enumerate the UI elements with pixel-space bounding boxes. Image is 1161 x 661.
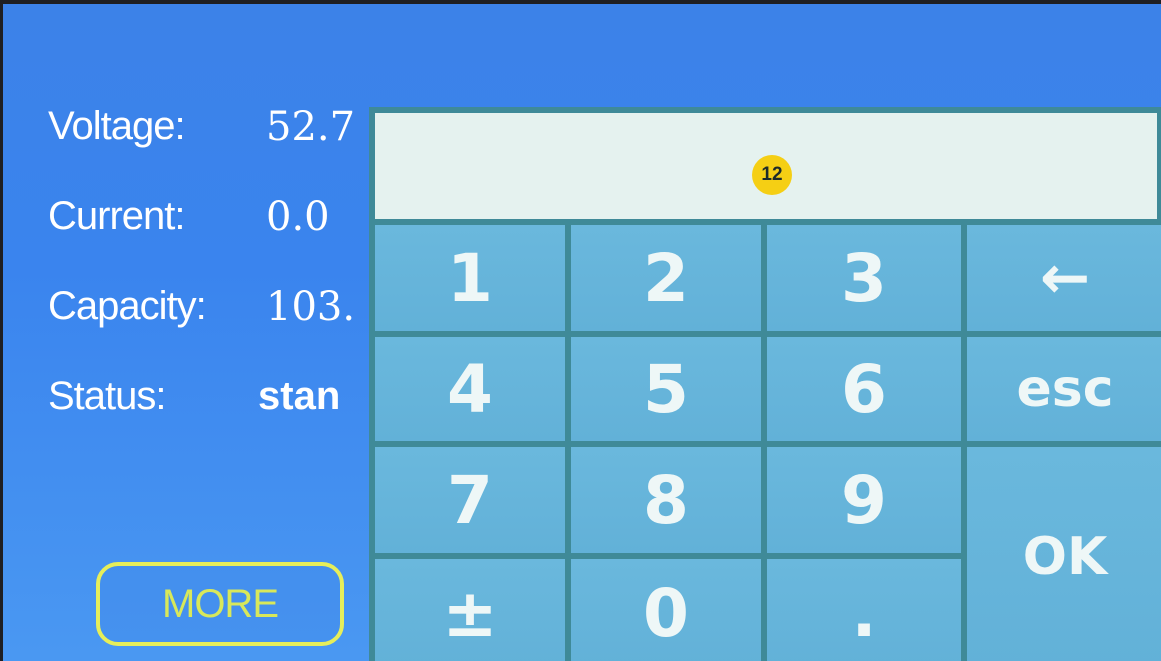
current-label: Current: [48,194,185,238]
keypad-display[interactable]: 12 [375,113,1157,219]
status-value: stan [258,374,341,418]
decimal-point-key[interactable]: . [767,559,961,661]
key-6[interactable]: 6 [767,337,961,441]
voltage-label: Voltage: [48,104,186,148]
device-screen: Voltage: 52.7 Current: 0.0 Capacity: 103… [3,4,1161,661]
key-1[interactable]: 1 [375,225,565,331]
key-0[interactable]: 0 [571,559,761,661]
backspace-key[interactable]: ← [967,225,1161,331]
key-4[interactable]: 4 [375,337,565,441]
current-value: 0.0 [266,194,330,240]
more-button[interactable]: MORE [96,562,344,646]
key-8[interactable]: 8 [571,447,761,553]
capacity-label: Capacity: [48,284,207,328]
key-2[interactable]: 2 [571,225,761,331]
key-9[interactable]: 9 [767,447,961,553]
numeric-keypad: 12 1 2 3 ← 4 5 6 esc 7 8 9 OK ± 0 . [369,107,1161,661]
status-label: Status: [48,374,167,418]
esc-key[interactable]: esc [967,337,1161,441]
key-3[interactable]: 3 [767,225,961,331]
capacity-value: 103. [266,284,356,330]
voltage-value: 52.7 [266,104,356,150]
key-5[interactable]: 5 [571,337,761,441]
key-7[interactable]: 7 [375,447,565,553]
plus-minus-key[interactable]: ± [375,559,565,661]
ok-key[interactable]: OK [967,447,1161,661]
annotation-marker: 12 [752,155,792,195]
